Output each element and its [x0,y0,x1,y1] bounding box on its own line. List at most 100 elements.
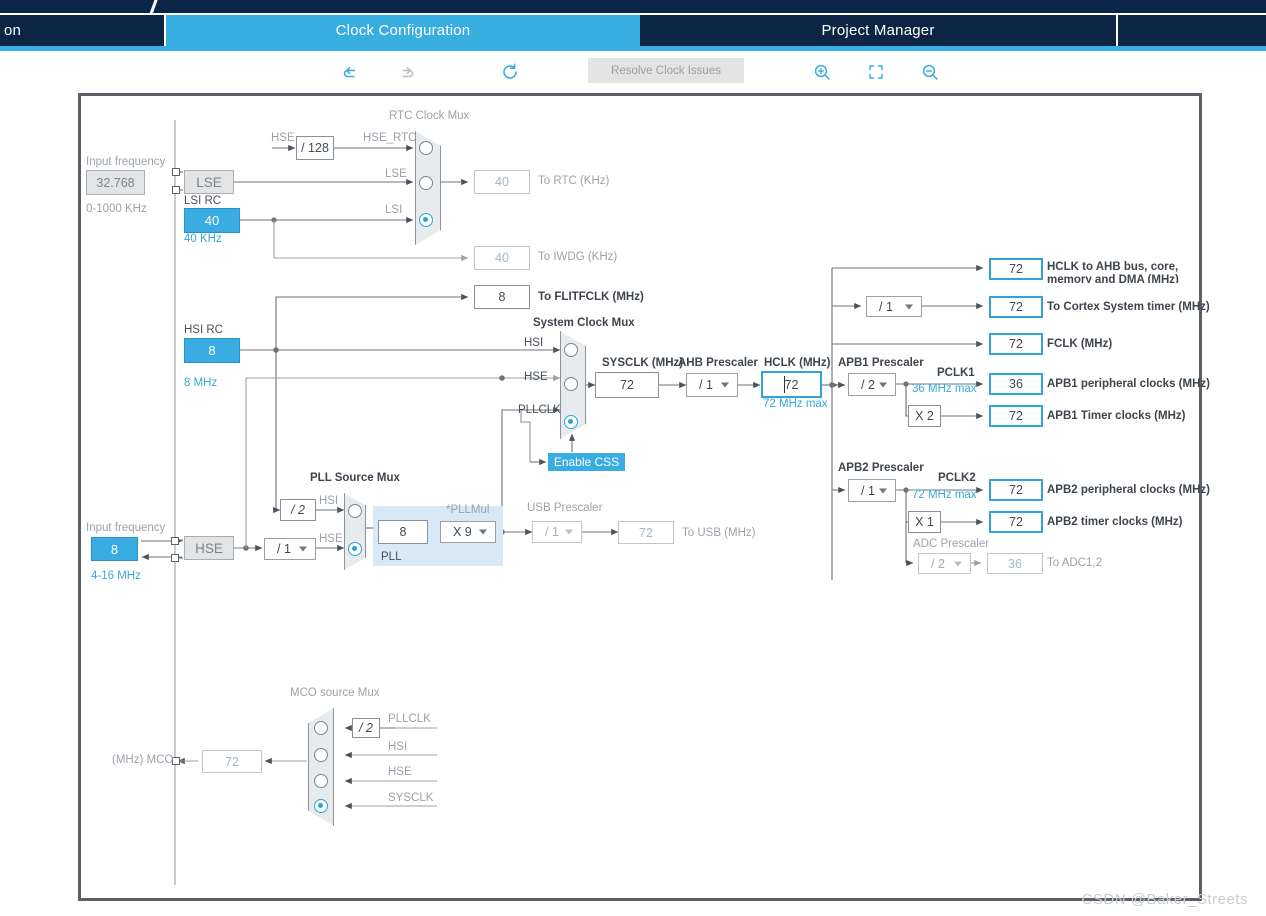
chevron-down-icon [879,382,887,387]
chevron-down-icon [954,561,962,566]
mco-mux-option-pllclk[interactable] [314,721,328,735]
hclk-label: HCLK (MHz) [764,357,831,369]
hse-pin-in[interactable] [171,537,179,545]
sysclk-mux-option-hsi[interactable] [564,343,578,357]
lsi-value-field[interactable]: 40 [184,208,240,233]
rtc-mux-lsi-input-label: LSI [385,204,403,216]
adc-prescaler-label: ADC Prescaler [913,538,990,550]
mco-mux-option-sysclk[interactable] [314,799,328,813]
lse-block[interactable]: LSE [184,170,234,194]
lsi-unit-label: 40 KHz [184,233,222,245]
apb1-prescaler-label: APB1 Prescaler [838,357,924,369]
hclk-ahb-label: HCLK to AHB bus, core, memory and DMA (M… [1047,261,1179,283]
fclk-field: 72 [989,333,1043,355]
hse-pin-out[interactable] [171,554,179,562]
lse-pin-in[interactable] [172,168,180,176]
chevron-down-icon [721,382,729,388]
sysclk-mux-option-hse[interactable] [564,377,578,391]
to-adc-field: 36 [987,553,1043,574]
sysclk-label: SYSCLK (MHz) [602,357,684,369]
lse-input-frequency-range: 0-1000 KHz [86,203,147,215]
ahb-prescaler-select[interactable]: / 1 [686,373,738,397]
pll-label: PLL [381,551,402,563]
hse-div128-block: / 128 [296,136,334,160]
rtc-mux-lse-input-label: LSE [385,168,407,180]
hse-divider-value: / 1 [277,542,291,556]
hsi-value-field[interactable]: 8 [184,338,240,363]
chevron-down-icon [905,304,913,309]
apb2-timer-field: 72 [989,511,1043,533]
to-usb-label: To USB (MHz) [682,527,756,539]
fclk-label: FCLK (MHz) [1047,338,1113,350]
pll-mux-option-hse[interactable] [348,542,362,556]
apb2-timer-multiplier: X 1 [908,511,941,533]
apb1-peripheral-label: APB1 peripheral clocks (MHz) [1047,378,1210,390]
apb2-prescaler-value: / 1 [861,483,875,498]
apb2-timer-label: APB2 timer clocks (MHz) [1047,516,1183,528]
mco-value-field: 72 [202,750,262,773]
pclk2-label: PCLK2 [938,472,976,484]
cortex-divider-select[interactable]: / 1 [866,296,922,317]
lse-pin-out[interactable] [172,186,180,194]
pll-hsi-div2-block: / 2 [280,499,316,521]
to-adc-label: To ADC1,2 [1047,557,1102,569]
lse-input-frequency-label: Input frequency [86,156,166,168]
hse-divider-select[interactable]: / 1 [264,538,316,560]
mco-label: (MHz) MCO [112,754,174,766]
hse-div128-input-label: HSE [271,132,295,144]
hsi-unit-label: 8 MHz [184,377,218,389]
chevron-down-icon [299,546,307,552]
sysclk-mux-hse-label: HSE [524,371,548,383]
to-iwdg-field: 40 [474,246,530,270]
mco-mux-option-hsi[interactable] [314,748,328,762]
mco-mux-option-hse[interactable] [314,774,328,788]
usb-prescaler-select: / 1 [532,521,582,543]
pllmul-label: *PLLMul [446,504,490,516]
hse-input-frequency-label: Input frequency [86,522,166,534]
to-iwdg-label: To IWDG (KHz) [538,251,618,263]
usb-prescaler-label: USB Prescaler [527,502,603,514]
hclk-text-cursor [784,376,785,393]
lse-input-frequency-field[interactable]: 32.768 [86,170,145,195]
rtc-mux-option-lsi[interactable] [419,213,433,227]
pll-source-mux-label: PLL Source Mux [310,472,400,484]
sysclk-mux-hsi-label: HSI [524,337,544,349]
usb-prescaler-value: / 1 [545,525,559,539]
to-rtc-label: To RTC (KHz) [538,175,610,187]
sysclk-mux-pllclk-label: PLLCLK [518,404,561,416]
hclk-ahb-field: 72 [989,258,1043,280]
watermark: CSDN @Baker_Streets [1081,891,1248,908]
sysclk-mux-option-pllclk[interactable] [564,415,578,429]
pll-mux-hsi-label: HSI [319,495,339,507]
rtc-mux-option-lse[interactable] [419,176,433,190]
apb1-timer-label: APB1 Timer clocks (MHz) [1047,410,1186,422]
pclk1-label: PCLK1 [937,367,975,379]
clock-configuration-page: on Clock Configuration Project Manager R… [0,0,1266,916]
sysclk-field: 72 [595,372,659,398]
hclk-max-label: 72 MHz max [763,398,828,410]
to-flitfclk-field: 8 [474,285,530,309]
cortex-timer-label: To Cortex System timer (MHz) [1047,301,1210,313]
hclk-field[interactable]: 72 [761,371,822,398]
clock-tree-nodes: Input frequency 32.768 0-1000 KHz LSE LS… [0,0,1266,916]
apb1-prescaler-select[interactable]: / 2 [848,373,896,396]
hse-block[interactable]: HSE [184,536,234,560]
chevron-down-icon [879,488,887,493]
cortex-divider-value: / 1 [879,299,893,314]
pllmul-select[interactable]: X 9 [440,521,496,543]
mco-mux-pllclk-label: PLLCLK [388,713,431,725]
hse-input-frequency-field[interactable]: 8 [91,537,138,561]
apb2-prescaler-select[interactable]: / 1 [848,479,896,502]
to-rtc-field: 40 [474,170,530,194]
chevron-down-icon [565,529,573,535]
mco-mux-hse-label: HSE [388,766,412,778]
pll-input-field: 8 [378,520,428,544]
pll-mux-option-hsi[interactable] [348,504,362,518]
enable-css-button[interactable]: Enable CSS [548,453,625,471]
mco-pllclk-div2-block: / 2 [352,718,380,738]
lsi-rc-label: LSI RC [184,195,222,207]
ahb-prescaler-value: / 1 [699,378,713,392]
cortex-timer-field: 72 [989,296,1043,318]
mco-source-mux-label: MCO source Mux [290,687,380,699]
rtc-mux-option-hse-rtc[interactable] [419,141,433,155]
